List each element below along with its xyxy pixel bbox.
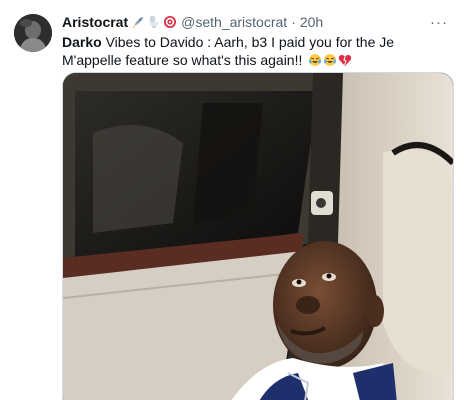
display-name[interactable]: Aristocrat (62, 14, 128, 30)
avatar[interactable] (14, 14, 52, 52)
tweet-card[interactable]: Aristocrat @seth_aristocrat · 20h ··· Da… (0, 0, 464, 400)
rocket-emoji-icon (133, 17, 144, 28)
more-options-button[interactable]: ··· (428, 12, 450, 32)
tweet-text-emojis (308, 53, 352, 67)
name-emojis (131, 15, 177, 29)
separator-dot: · (291, 14, 296, 30)
user-handle[interactable]: @seth_aristocrat (181, 14, 287, 30)
avatar-image (14, 14, 52, 52)
timestamp[interactable]: 20h (300, 14, 323, 30)
photo-image (63, 73, 453, 400)
broken-heart-emoji-icon (339, 55, 352, 66)
toilet-emoji-icon (149, 16, 160, 28)
more-icon: ··· (430, 13, 448, 31)
target-emoji-icon (164, 16, 177, 28)
tweet-media-photo[interactable] (62, 72, 454, 400)
crying-laughing-emoji-icon (324, 54, 337, 66)
tweet-header: Aristocrat @seth_aristocrat · 20h (62, 12, 323, 32)
tweet-text-bold[interactable]: Darko (62, 34, 102, 50)
crying-laughing-emoji-icon (309, 54, 322, 66)
tweet-text: Darko Vibes to Davido : Aarh, b3 I paid … (62, 33, 454, 69)
